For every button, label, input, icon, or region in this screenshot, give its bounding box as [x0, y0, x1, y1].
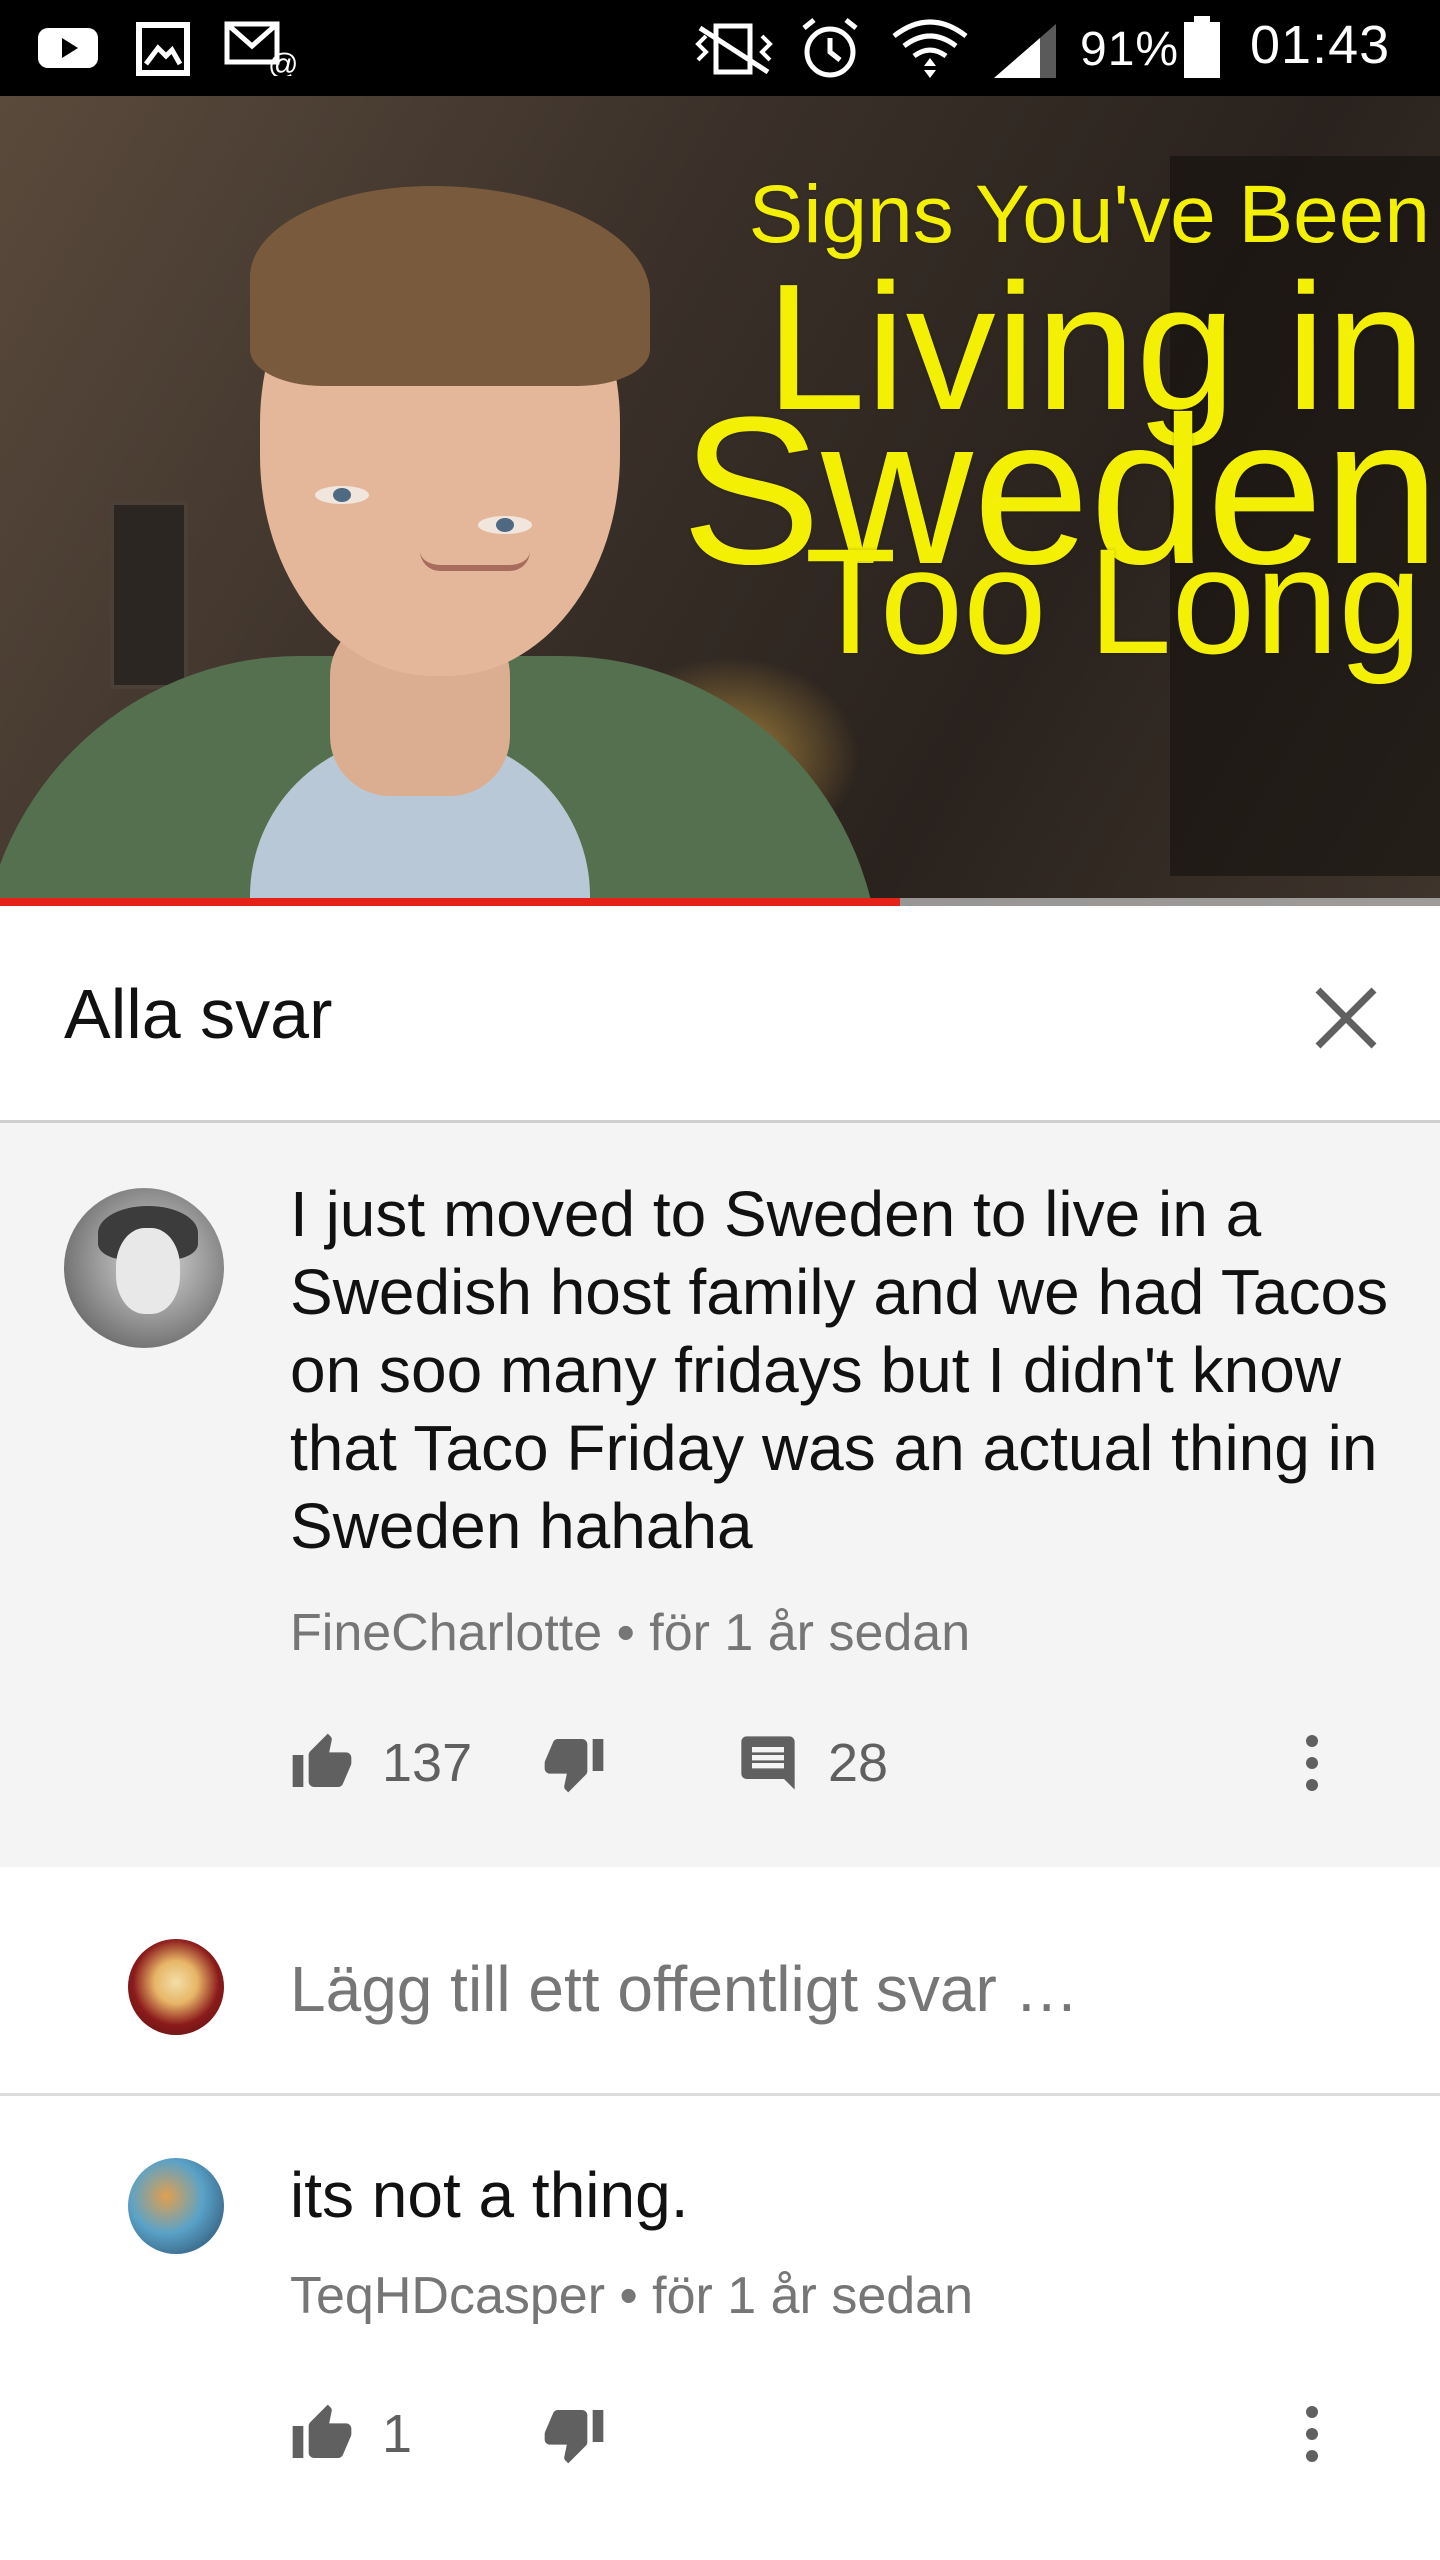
comment-author[interactable]: FineCharlotte	[290, 1604, 602, 1662]
like-count: 1	[382, 2404, 413, 2464]
person-mouth	[420, 551, 530, 571]
wifi-icon	[892, 19, 968, 78]
avatar-face	[116, 1228, 180, 1314]
comment-actions: 137 28	[290, 1723, 1390, 1803]
avatar[interactable]	[64, 1188, 224, 1348]
email-notification-icon: @	[224, 21, 298, 76]
thumbs-up-icon	[292, 1733, 352, 1787]
person-hair	[250, 186, 650, 386]
current-user-avatar	[128, 1939, 224, 2035]
right-eye	[478, 516, 532, 534]
vibrate-silent-icon	[695, 23, 773, 75]
comment-meta: FineCharlotte • för 1 år sedan	[290, 1603, 970, 1663]
reply-meta: TeqHDcasper • för 1 år sedan	[290, 2266, 973, 2326]
reply-count: 28	[828, 1733, 889, 1793]
more-options-button[interactable]	[1282, 1723, 1342, 1803]
meta-separator: •	[602, 1604, 650, 1662]
dislike-button[interactable]	[542, 2394, 606, 2474]
like-button[interactable]: 1	[290, 2394, 412, 2474]
video-progress-bar[interactable]	[0, 898, 1440, 906]
add-reply-box	[0, 1867, 1440, 2096]
comment-text: I just moved to Sweden to live in a Swed…	[290, 1178, 1389, 1562]
reply-count-button[interactable]: 28	[736, 1723, 888, 1803]
like-button[interactable]: 137	[290, 1723, 472, 1803]
more-options-button[interactable]	[1282, 2394, 1342, 2474]
page-title: Alla svar	[64, 975, 333, 1053]
parent-comment: I just moved to Sweden to live in a Swed…	[0, 1123, 1440, 1867]
replies-header: Alla svar	[0, 906, 1440, 1123]
svg-text:@: @	[268, 48, 298, 76]
alarm-icon	[802, 18, 858, 78]
avatar[interactable]	[128, 2158, 224, 2254]
reply-actions: 1	[290, 2394, 1390, 2474]
battery-icon	[1184, 16, 1220, 78]
comment-icon	[741, 1736, 795, 1790]
video-player[interactable]: Signs You've Been Living in Sweden Too L…	[0, 96, 1440, 906]
reply-input[interactable]	[290, 1939, 1370, 2039]
wall-picture-frame	[110, 501, 188, 689]
reply-time: för 1 år sedan	[652, 2267, 974, 2325]
reply-comment: its not a thing. TeqHDcasper • för 1 år …	[0, 2096, 1440, 2560]
like-count: 137	[382, 1733, 473, 1793]
comment-time: för 1 år sedan	[649, 1604, 971, 1662]
thumbs-up-icon	[292, 2404, 352, 2458]
close-icon[interactable]	[1306, 978, 1386, 1058]
meta-separator: •	[605, 2267, 653, 2325]
video-progress-fill	[0, 898, 900, 906]
battery-percent: 91%	[1080, 23, 1180, 76]
image-notification-icon	[136, 22, 190, 76]
more-vert-icon	[1306, 2406, 1318, 2462]
youtube-notification-icon	[38, 28, 98, 68]
dislike-button[interactable]	[542, 1723, 606, 1803]
video-title-line1: Signs You've Been	[748, 169, 1430, 260]
clock-time: 01:43	[1250, 15, 1391, 75]
reply-text: its not a thing.	[290, 2159, 689, 2231]
reply-author[interactable]: TeqHDcasper	[290, 2267, 605, 2325]
thumbs-down-icon	[544, 2410, 604, 2464]
signal-icon	[994, 24, 1056, 78]
more-vert-icon	[1306, 1735, 1318, 1791]
thumbs-down-icon	[544, 1739, 604, 1793]
left-eye	[315, 486, 369, 504]
video-title-line4: Too Long	[804, 517, 1422, 685]
status-bar: @ 91% 01:43	[0, 0, 1440, 96]
